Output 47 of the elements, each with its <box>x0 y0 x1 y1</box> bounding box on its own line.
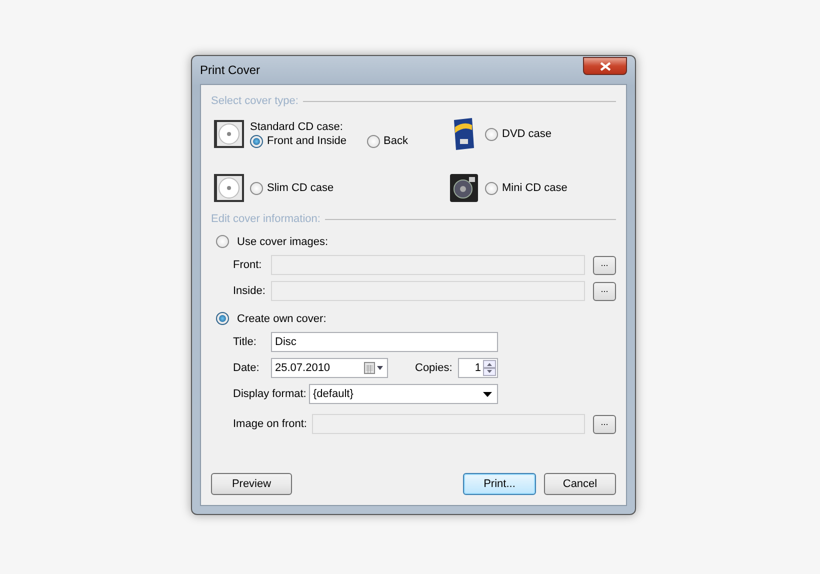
radio-label[interactable]: Slim CD case <box>267 182 334 194</box>
close-button[interactable] <box>583 57 627 75</box>
radio-label[interactable]: DVD case <box>502 128 552 140</box>
option-label: Standard CD case: <box>250 120 344 132</box>
dropdown-arrow-icon <box>483 392 492 396</box>
input-field[interactable] <box>271 255 585 275</box>
radio-label[interactable]: Back <box>384 135 408 147</box>
calendar-icon <box>364 362 384 374</box>
browse-button[interactable]: ... <box>593 414 616 434</box>
browse-button[interactable]: ... <box>593 256 616 274</box>
radio-button[interactable] <box>250 134 263 148</box>
spinner-arrows-icon <box>483 360 496 376</box>
input-field[interactable] <box>271 281 585 301</box>
close-icon <box>600 62 610 70</box>
cd-case-icon <box>213 119 245 149</box>
radio-button[interactable] <box>216 312 229 325</box>
radio-button[interactable] <box>485 128 498 140</box>
dvd-case-icon <box>452 117 476 151</box>
section-heading: Edit cover information: <box>211 213 320 225</box>
field-label: Display format: <box>233 388 308 400</box>
input-field[interactable]: Disc <box>271 332 498 352</box>
field-label: Inside: <box>233 285 266 297</box>
input-field[interactable] <box>312 414 585 434</box>
radio-label[interactable]: Create own cover: <box>237 312 326 324</box>
radio-button[interactable] <box>250 182 263 194</box>
field-label: Front: <box>233 259 263 271</box>
field-label: Image on front: <box>233 418 308 430</box>
mini-cd-case-icon <box>449 173 479 203</box>
radio-label[interactable]: Front and Inside <box>267 135 346 147</box>
field-label: Title: <box>233 336 258 348</box>
radio-button[interactable] <box>366 134 380 148</box>
radio-button[interactable] <box>485 182 498 194</box>
cd-case-icon <box>213 173 245 203</box>
dropdown[interactable]: {default} <box>309 384 498 404</box>
window-title: Print Cover <box>200 63 260 77</box>
date-field[interactable]: 25.07.2010 <box>271 358 388 378</box>
field-label: Copies: <box>415 362 454 374</box>
browse-button[interactable]: ... <box>593 282 616 300</box>
field-label: Date: <box>233 362 260 374</box>
radio-label[interactable]: Use cover images: <box>237 236 328 248</box>
dialog-button[interactable]: Preview <box>211 473 292 495</box>
dialog-button[interactable]: Print... <box>463 473 536 495</box>
radio-button[interactable] <box>216 235 229 248</box>
number-spinner[interactable]: 1 <box>458 358 498 378</box>
radio-label[interactable]: Mini CD case <box>502 182 568 194</box>
dialog-button[interactable]: Cancel <box>544 473 616 495</box>
section-heading: Select cover type: <box>211 95 298 107</box>
